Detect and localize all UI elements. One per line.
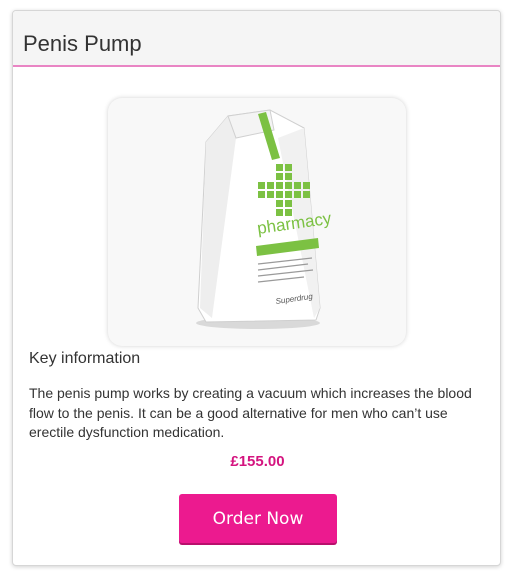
product-description: The penis pump works by creating a vacuu… [29, 385, 472, 440]
product-card: Penis Pump pharmacy Superdrug Key inform… [12, 10, 501, 566]
card-title: Penis Pump [23, 31, 142, 56]
order-now-button[interactable]: Order Now [179, 494, 337, 543]
product-image: pharmacy Superdrug [108, 98, 406, 346]
key-information-heading: Key information [29, 350, 141, 367]
card-header: Penis Pump [13, 11, 500, 67]
product-price: £155.00 [230, 453, 285, 470]
pharmacy-bag-illustration: pharmacy Superdrug [196, 109, 333, 329]
